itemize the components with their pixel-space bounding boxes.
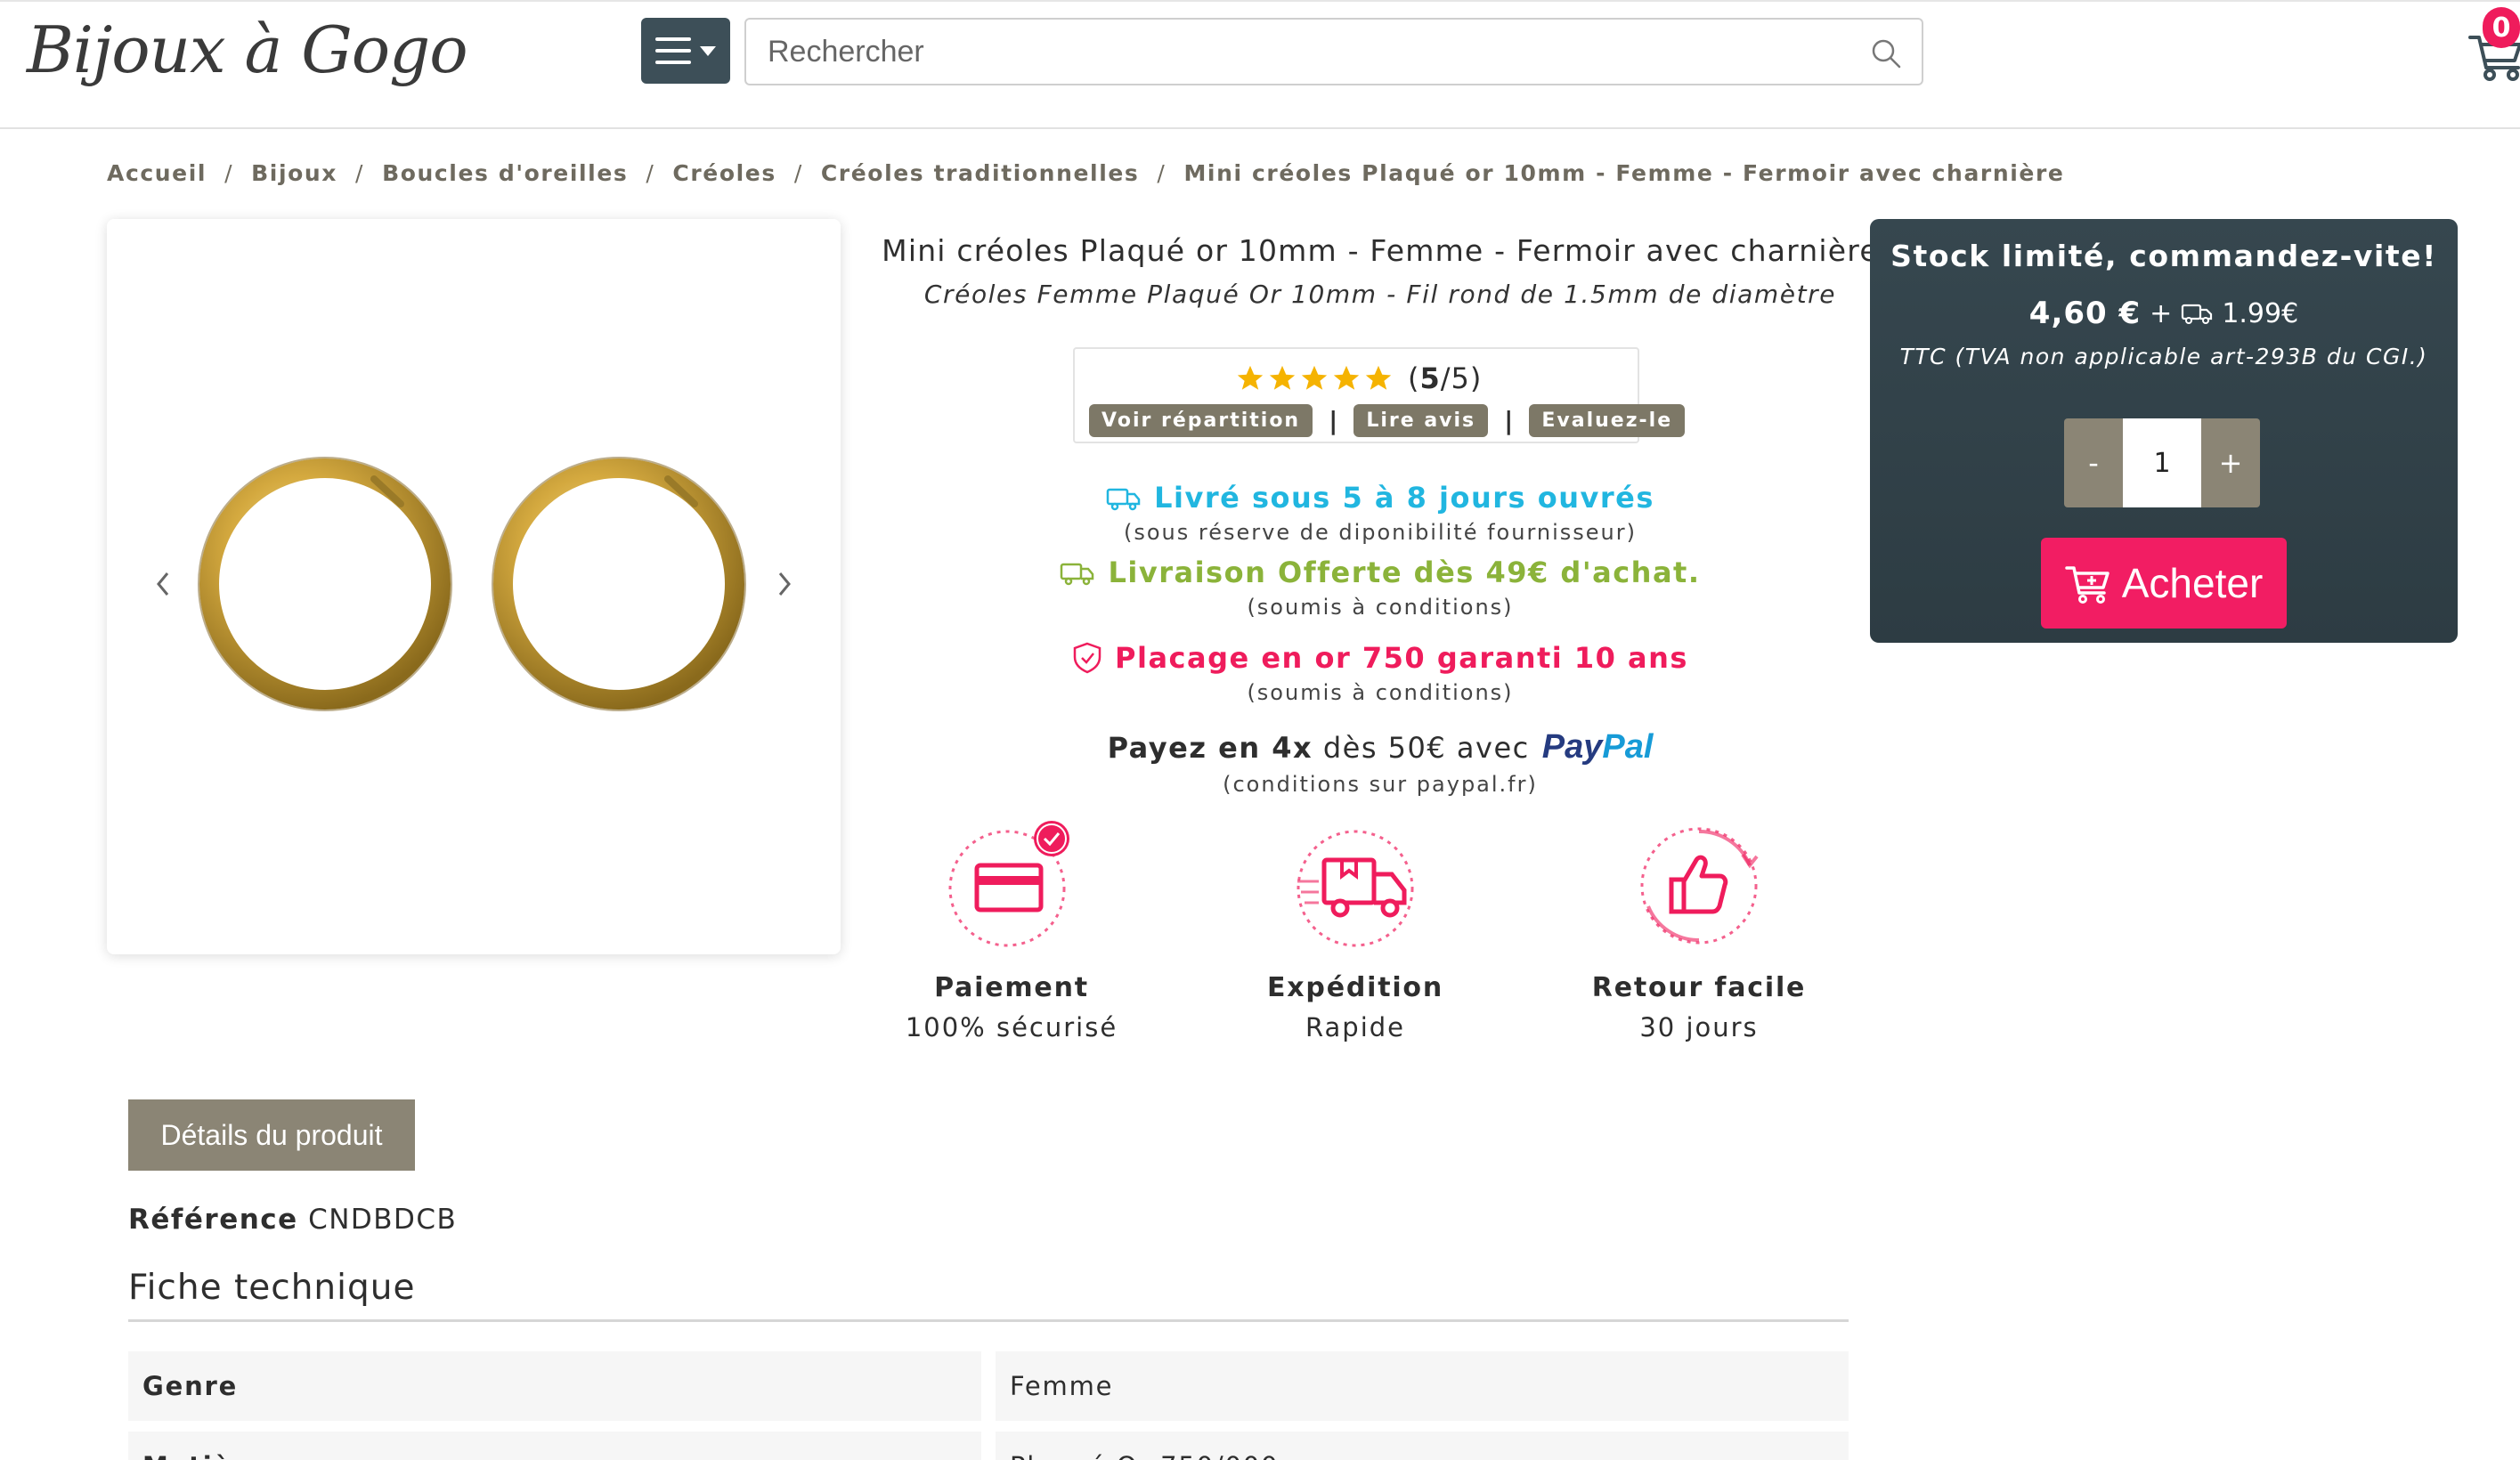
breadcrumb: Accueil / Bijoux / Boucles d'oreilles / …: [107, 160, 2064, 186]
free-shipping-text: Livraison Offerte dès 49€ d'achat.: [1108, 556, 1701, 589]
feature-shipping-title: Expédition: [1266, 972, 1443, 1003]
paypal-info: Payez en 4x dès 50€ avec PayPal (conditi…: [873, 728, 1888, 797]
paypal-note: (conditions sur paypal.fr): [1223, 772, 1538, 797]
free-shipping-info: Livraison Offerte dès 49€ d'achat. (soum…: [873, 556, 1888, 620]
breadcrumb-separator: /: [1157, 160, 1167, 186]
hamburger-icon: [655, 37, 691, 64]
star-icon: [1301, 365, 1328, 390]
add-to-cart-icon: [2064, 566, 2109, 604]
site-header: Bijoux à Gogo: [0, 0, 2520, 129]
rating-box: (5/5) Voir répartition | Lire avis | Eva…: [1073, 347, 1686, 443]
credit-card-icon: [948, 821, 1069, 947]
breadcrumb-bijoux[interactable]: Bijoux: [251, 160, 337, 186]
rating-score: (5/5): [1408, 361, 1483, 395]
feature-return-title: Retour facile: [1591, 972, 1807, 1003]
spec-value: Plaqué Or 750/000: [996, 1432, 1849, 1460]
product-title: Mini créoles Plaqué or 10mm - Femme - Fe…: [882, 233, 1879, 268]
pill-separator: |: [1504, 406, 1514, 435]
delivery-time-text: Livré sous 5 à 8 jours ouvrés: [1154, 481, 1654, 515]
buy-button-label: Acheter: [2121, 560, 2264, 606]
feature-payment: Paiement 100% sécurisé: [878, 819, 1145, 1042]
star-icon: [1365, 365, 1392, 390]
evaluez-button[interactable]: Evaluez-le: [1529, 404, 1686, 437]
feature-shipping: Expédition Rapide: [1222, 819, 1489, 1042]
feature-payment-title: Paiement: [934, 972, 1089, 1003]
breadcrumb-accueil[interactable]: Accueil: [107, 160, 207, 186]
shield-check-icon: [1073, 642, 1101, 674]
breadcrumb-creoles[interactable]: Créoles: [672, 160, 776, 186]
search-input[interactable]: [746, 20, 1859, 84]
star-icon: [1269, 365, 1296, 390]
voir-repartition-button[interactable]: Voir répartition: [1089, 404, 1313, 437]
product-reference: Référence CNDBDCB: [128, 1204, 457, 1236]
menu-button[interactable]: [641, 18, 730, 84]
breadcrumb-separator: /: [646, 160, 655, 186]
breadcrumb-separator: /: [793, 160, 803, 186]
spec-key: Genre: [128, 1351, 981, 1421]
paypal-4x-label: Payez en 4x: [1107, 730, 1313, 765]
breadcrumb-separator: /: [355, 160, 365, 186]
spec-value: Femme: [996, 1351, 1849, 1421]
delivery-time-info: Livré sous 5 à 8 jours ouvrés (sous rése…: [873, 481, 1888, 545]
reference-label: Référence: [128, 1204, 298, 1236]
truck-icon: [1106, 488, 1141, 511]
pill-separator: |: [1329, 406, 1338, 435]
quantity-decrease-button[interactable]: -: [2064, 418, 2123, 507]
divider: [128, 1319, 1849, 1322]
paypal-logo[interactable]: PayPal: [1542, 728, 1654, 766]
tab-product-details[interactable]: Détails du produit: [128, 1099, 415, 1171]
fiche-technique-title: Fiche technique: [128, 1268, 416, 1308]
breadcrumb-boucles[interactable]: Boucles d'oreilles: [382, 160, 628, 186]
search-icon[interactable]: [1870, 37, 1902, 69]
tva-note: TTC (TVA non applicable art-293B du CGI.…: [1899, 344, 2428, 369]
search-bar: [744, 18, 1923, 85]
product-image: [198, 457, 746, 711]
spec-key: Matière: [128, 1432, 981, 1460]
rating-stars: (5/5): [1235, 361, 1482, 395]
gold-guarantee-text: Placage en or 750 garanti 10 ans: [1115, 641, 1688, 675]
lire-avis-button[interactable]: Lire avis: [1353, 404, 1489, 437]
truck-icon: [2182, 304, 2213, 324]
gold-guarantee-note: (soumis à conditions): [1247, 680, 1514, 705]
truck-icon: [1061, 563, 1094, 586]
thumbs-up-icon: [1640, 827, 1759, 945]
product-image-carousel: [107, 219, 841, 954]
spec-row: Genre Femme: [128, 1351, 1849, 1421]
buy-box: Stock limité, commandez-vite! 4,60 € + 1…: [1870, 219, 2458, 643]
carousel-prev-icon[interactable]: [150, 566, 176, 602]
delivery-truck-icon: [1297, 830, 1414, 947]
quantity-input[interactable]: [2123, 418, 2201, 507]
product-price: 4,60 €: [2028, 296, 2142, 331]
gold-guarantee-info: Placage en or 750 garanti 10 ans (soumis…: [873, 641, 1888, 705]
delivery-time-note: (sous réserve de diponibilité fournisseu…: [1124, 520, 1637, 545]
breadcrumb-separator: /: [224, 160, 234, 186]
feature-return: Retour facile 30 jours: [1565, 819, 1833, 1042]
spec-row: Matière Plaqué Or 750/000: [128, 1432, 1849, 1460]
cart-count-badge: 0: [2483, 7, 2520, 48]
free-shipping-note: (soumis à conditions): [1247, 595, 1514, 620]
feature-return-sub: 30 jours: [1639, 1012, 1759, 1042]
quantity-increase-button[interactable]: +: [2201, 418, 2260, 507]
reference-value: CNDBDCB: [308, 1204, 458, 1236]
feature-payment-sub: 100% sécurisé: [905, 1012, 1118, 1042]
quantity-stepper: - +: [2064, 418, 2260, 507]
star-icon: [1333, 365, 1360, 390]
caret-down-icon: [700, 45, 716, 56]
shipping-price: 1.99€: [2222, 297, 2299, 329]
product-subtitle: Créoles Femme Plaqué Or 10mm - Fil rond …: [923, 280, 1837, 309]
rating-actions: Voir répartition | Lire avis | Evaluez-l…: [1089, 404, 1686, 437]
buy-button[interactable]: Acheter: [2041, 538, 2287, 629]
carousel-next-icon[interactable]: [771, 566, 798, 602]
breadcrumb-creoles-traditionnelles[interactable]: Créoles traditionnelles: [821, 160, 1140, 186]
site-logo[interactable]: Bijoux à Gogo: [27, 12, 468, 87]
paypal-condition-text: dès 50€ avec: [1322, 730, 1530, 765]
price-line: 4,60 € + 1.99€: [1870, 296, 2458, 331]
feature-shipping-sub: Rapide: [1305, 1012, 1405, 1042]
stock-warning: Stock limité, commandez-vite!: [1890, 239, 2437, 273]
price-plus: +: [2150, 297, 2173, 329]
star-icon: [1237, 365, 1264, 390]
breadcrumb-current: Mini créoles Plaqué or 10mm - Femme - Fe…: [1183, 160, 2065, 186]
